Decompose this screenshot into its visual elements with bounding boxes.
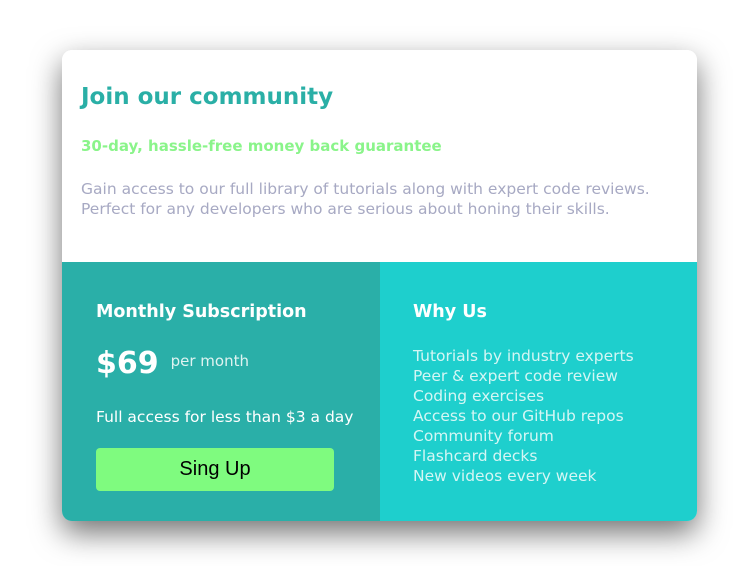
description-line: Gain access to our full library of tutor…: [81, 180, 650, 198]
pricing-card: Join our community 30-day, hassle-free m…: [62, 50, 697, 521]
description-line: Perfect for any developers who are serio…: [81, 200, 610, 218]
subscription-title: Monthly Subscription: [96, 302, 307, 322]
price-period: per month: [170, 352, 249, 370]
list-item: Peer & expert code review: [413, 367, 618, 385]
access-note: Full access for less than $3 a day: [96, 408, 354, 426]
price: $69: [96, 346, 159, 381]
guarantee-text: 30-day, hassle-free money back guarantee: [81, 137, 442, 155]
list-item: Tutorials by industry experts: [413, 347, 634, 365]
description: Gain access to our full library of tutor…: [81, 179, 681, 219]
list-item: Access to our GitHub repos: [413, 407, 624, 425]
list-item: New videos every week: [413, 467, 597, 485]
why-us-panel: Why Us Tutorials by industry experts Pee…: [380, 262, 697, 521]
price-row: $69 per month: [96, 346, 249, 381]
sign-up-button[interactable]: Sing Up: [96, 448, 334, 491]
list-item: Flashcard decks: [413, 447, 538, 465]
subscription-panel: Monthly Subscription $69 per month Full …: [62, 262, 380, 521]
community-header: Join our community 30-day, hassle-free m…: [62, 50, 697, 262]
page-title: Join our community: [81, 84, 334, 110]
why-us-title: Why Us: [413, 302, 487, 322]
why-us-list: Tutorials by industry experts Peer & exp…: [413, 346, 634, 486]
list-item: Coding exercises: [413, 387, 545, 405]
list-item: Community forum: [413, 427, 554, 445]
